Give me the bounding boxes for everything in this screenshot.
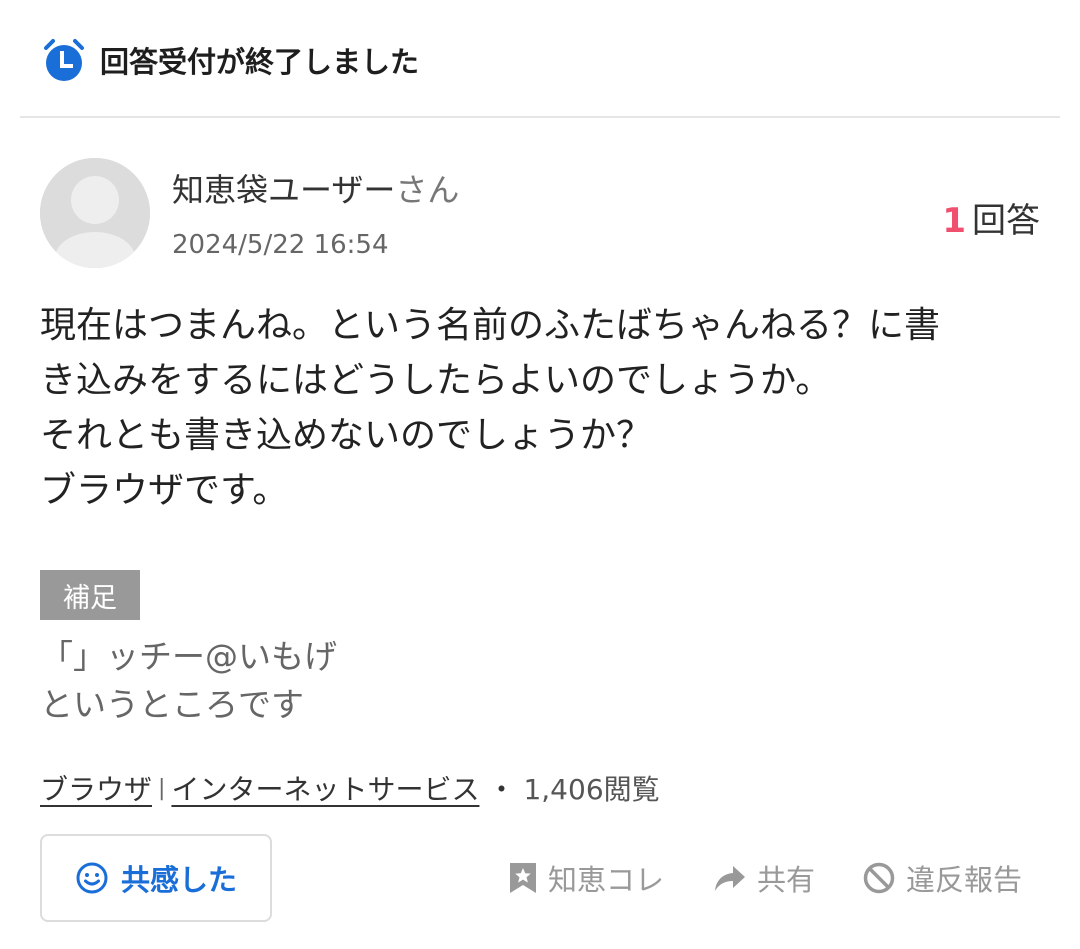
share-label: 共有 [757,863,816,897]
category-link-browser[interactable]: ブラウザ [40,768,152,808]
user-name-suffix: さん [395,171,460,209]
default-user-icon [40,158,150,268]
status-text: 回答受付が終了しました [100,45,420,79]
header-divider [20,116,1060,118]
question-line: それとも書き込めないのでしょうか？ [40,415,653,456]
save-label: 知恵コレ [548,863,665,897]
post-timestamp: 2024/5/22 16:54 [172,230,389,260]
answer-count-number: 1 [942,201,966,241]
category-separator: | [158,775,166,801]
report-violation-button[interactable]: 違反報告 [862,856,1022,900]
answer-closed-status: 回答受付が終了しました [40,36,419,84]
question-line: ブラウザです。 [40,470,289,511]
answer-count[interactable]: 1 回答 [942,193,1040,242]
alarm-clock-icon [44,39,84,81]
supplement-line: というところです [40,685,304,724]
view-count: 1,406閲覧 [523,773,660,806]
question-line: 現在はつまんね。という名前のふたばちゃんねる？に書 [40,305,941,346]
user-name-main: 知恵袋ユーザー [172,171,396,209]
category-row: ブラウザ | インターネットサービス ・ 1,406閲覧 [40,768,660,808]
meta-dot: ・ [487,773,516,806]
empathy-label: 共感した [120,863,237,897]
category-link-internet-services[interactable]: インターネットサービス [171,768,479,808]
supplement-badge: 補足 [40,570,140,620]
share-arrow-icon [715,866,745,891]
avatar[interactable] [40,158,150,268]
supplement-body: 「」ッチー@いもげ というところです [40,633,337,729]
empathy-button[interactable]: 共感した [40,834,272,922]
question-body: 現在はつまんね。という名前のふたばちゃんねる？に書 き込みをするにはどうしたらよ… [40,298,1050,518]
smile-icon [76,862,108,894]
bookmark-star-icon [510,863,536,893]
share-button[interactable]: 共有 [713,856,815,900]
report-label: 違反報告 [906,863,1023,897]
supplement-line: 「」ッチー@いもげ [40,637,337,676]
save-to-collection-button[interactable]: 知恵コレ [508,856,664,900]
prohibited-icon [863,862,895,894]
question-line: き込みをするにはどうしたらよいのでしょうか。 [40,360,832,401]
user-name[interactable]: 知恵袋ユーザーさん [172,165,459,211]
answer-count-label: 回答 [972,201,1040,241]
